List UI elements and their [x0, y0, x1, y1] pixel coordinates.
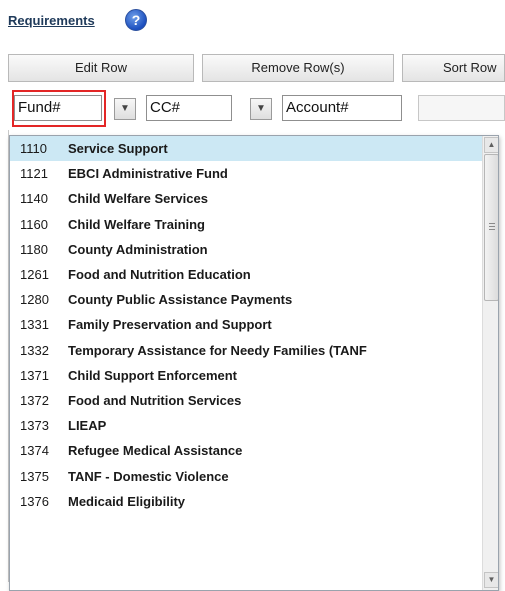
fund-option-name: Service Support [68, 141, 168, 156]
fund-option-code: 1140 [20, 191, 48, 206]
fund-option-code: 1160 [20, 217, 48, 232]
fund-option[interactable]: 1261 Food and Nutrition Education [10, 262, 482, 287]
fund-option[interactable]: 1373 LIEAP [10, 413, 482, 438]
fund-option-code: 1374 [20, 443, 49, 458]
scroll-down-arrow-icon[interactable]: ▼ [484, 572, 498, 588]
fund-option-code: 1371 [20, 368, 49, 383]
account-filter-input[interactable]: Account# [282, 95, 402, 121]
fund-option-name: Food and Nutrition Education [68, 267, 251, 282]
requirements-link[interactable]: Requirements [8, 13, 95, 28]
fund-option[interactable]: 1374 Refugee Medical Assistance [10, 438, 482, 463]
fund-option-name: Temporary Assistance for Needy Families … [68, 343, 367, 358]
fund-option-code: 1372 [20, 393, 49, 408]
dropdown-scrollbar[interactable]: ▲ ▼ [482, 136, 498, 590]
fund-option-name: EBCI Administrative Fund [68, 166, 228, 181]
fund-option-name: Medicaid Eligibility [68, 494, 186, 509]
fund-option-name: Child Welfare Services [68, 191, 208, 206]
fund-option[interactable]: 1331 Family Preservation and Support [10, 312, 482, 337]
fund-option[interactable]: 1371 Child Support Enforcement [10, 363, 482, 388]
filter-row: Fund# ▼ CC# ▼ Account# [8, 90, 505, 127]
fund-option-code: 1332 [20, 343, 49, 358]
fund-option-code: 1376 [20, 494, 49, 509]
fund-option[interactable]: 1110 Service Support [10, 136, 482, 161]
fund-option-code: 1121 [20, 166, 48, 181]
chevron-down-icon: ▼ [256, 103, 266, 114]
fund-option[interactable]: 1375 TANF - Domestic Violence [10, 464, 482, 489]
fund-option[interactable]: 1332 Temporary Assistance for Needy Famil… [10, 338, 482, 363]
fund-option-name: TANF - Domestic Violence [68, 469, 229, 484]
cc-filter-input[interactable]: CC# [146, 95, 232, 121]
fund-option-code: 1280 [20, 292, 49, 307]
fund-option-name: Refugee Medical Assistance [68, 443, 243, 458]
fund-option-name: County Public Assistance Payments [68, 292, 293, 307]
fund-option-code: 1261 [20, 267, 49, 282]
chevron-down-icon: ▼ [120, 103, 130, 114]
fund-option-code: 1331 [20, 317, 49, 332]
fund-option-name: Child Support Enforcement [68, 368, 237, 383]
remove-rows-button[interactable]: Remove Row(s) [202, 54, 394, 82]
toolbar: Edit Row Remove Row(s) Sort Row [8, 54, 505, 82]
fund-option-name: Child Welfare Training [68, 217, 206, 232]
fund-option-code: 1375 [20, 469, 49, 484]
fund-option-name: County Administration [68, 242, 208, 257]
fund-dropdown-list: 1110 Service Support 1121 EBCI Administrati… [9, 135, 499, 591]
help-icon[interactable]: ? [125, 9, 147, 31]
fund-option[interactable]: 1372 Food and Nutrition Services [10, 388, 482, 413]
edit-row-button[interactable]: Edit Row [8, 54, 194, 82]
filter-blank-field[interactable] [418, 95, 505, 121]
fund-option[interactable]: 1121 EBCI Administrative Fund [10, 161, 482, 186]
sort-rows-button[interactable]: Sort Row [402, 54, 505, 82]
cc-dropdown-button[interactable]: ▼ [250, 98, 272, 120]
fund-option[interactable]: 1160 Child Welfare Training [10, 212, 482, 237]
fund-option[interactable]: 1140 Child Welfare Services [10, 186, 482, 211]
fund-option-code: 1180 [20, 242, 48, 257]
fund-option[interactable]: 1280 County Public Assistance Payments [10, 287, 482, 312]
fund-option-name: Family Preservation and Support [68, 317, 272, 332]
fund-option-name: LIEAP [68, 418, 107, 433]
fund-option[interactable]: 1376 Medicaid Eligibility [10, 489, 482, 514]
fund-option-code: 1110 [20, 141, 47, 156]
fund-option[interactable]: 1180 County Administration [10, 237, 482, 262]
scroll-up-arrow-icon[interactable]: ▲ [484, 137, 498, 153]
fund-option-code: 1373 [20, 418, 49, 433]
scroll-thumb[interactable] [484, 154, 498, 301]
fund-filter-highlight [12, 90, 106, 127]
fund-dropdown-button[interactable]: ▼ [114, 98, 136, 120]
fund-option-name: Food and Nutrition Services [68, 393, 242, 408]
